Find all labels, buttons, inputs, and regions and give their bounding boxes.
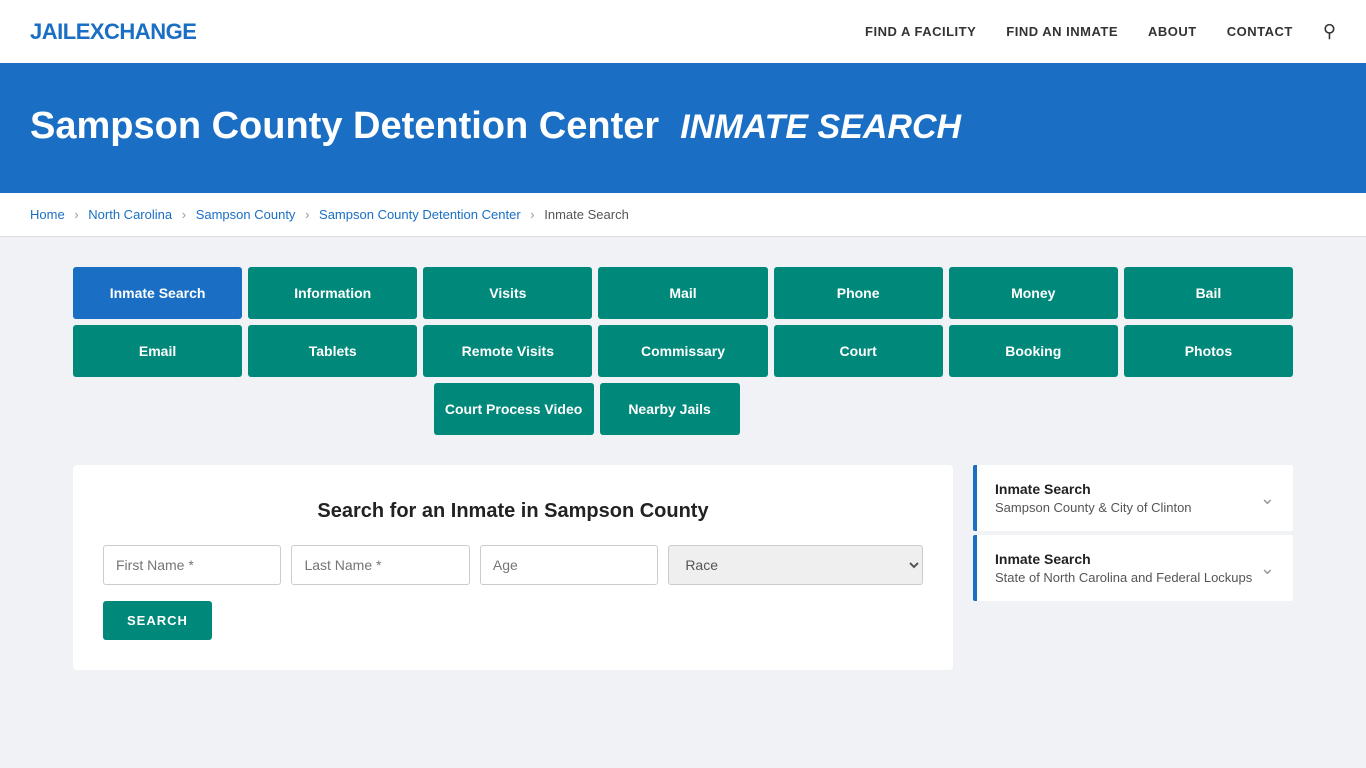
sidebar-item-sampson-subtitle: Sampson County & City of Clinton (995, 500, 1192, 515)
sidebar-item-sampson[interactable]: Inmate Search Sampson County & City of C… (973, 465, 1293, 531)
breadcrumb-home[interactable]: Home (30, 207, 65, 222)
sidebar-item-text: Inmate Search Sampson County & City of C… (995, 481, 1192, 515)
tab-commissary[interactable]: Commissary (598, 325, 767, 377)
sidebar: Inmate Search Sampson County & City of C… (973, 465, 1293, 605)
tab-nearby-jails[interactable]: Nearby Jails (600, 383, 740, 435)
tab-court-process-video[interactable]: Court Process Video (434, 383, 594, 435)
race-select[interactable]: Race White Black Hispanic Asian Other (668, 545, 923, 585)
breadcrumb-county[interactable]: Sampson County (196, 207, 296, 222)
nav-find-inmate[interactable]: FIND AN INMATE (1006, 24, 1118, 39)
search-panel-title: Search for an Inmate in Sampson County (103, 500, 923, 523)
first-name-input[interactable] (103, 545, 281, 585)
nav-links: FIND A FACILITY FIND AN INMATE ABOUT CON… (865, 21, 1336, 42)
breadcrumb-nc[interactable]: North Carolina (88, 207, 172, 222)
tab-inmate-search[interactable]: Inmate Search (73, 267, 242, 319)
last-name-input[interactable] (291, 545, 469, 585)
breadcrumb: Home › North Carolina › Sampson County ›… (0, 193, 1366, 237)
search-fields: Race White Black Hispanic Asian Other (103, 545, 923, 585)
tabs-row-1: Inmate Search Information Visits Mail Ph… (73, 267, 1293, 319)
nav-find-facility[interactable]: FIND A FACILITY (865, 24, 976, 39)
tab-mail[interactable]: Mail (598, 267, 767, 319)
chevron-down-icon-2: ⌄ (1260, 558, 1275, 579)
nav-about[interactable]: ABOUT (1148, 24, 1197, 39)
breadcrumb-sep-3: › (305, 207, 309, 222)
main-content: Inmate Search Information Visits Mail Ph… (53, 237, 1313, 700)
search-button[interactable]: SEARCH (103, 601, 212, 640)
logo-jail: JAIL (30, 19, 76, 44)
sidebar-item-nc-text: Inmate Search State of North Carolina an… (995, 551, 1252, 585)
tab-information[interactable]: Information (248, 267, 417, 319)
nav-contact[interactable]: CONTACT (1227, 24, 1293, 39)
breadcrumb-sep-2: › (182, 207, 186, 222)
tab-email[interactable]: Email (73, 325, 242, 377)
tabs-row-2: Email Tablets Remote Visits Commissary C… (73, 325, 1293, 377)
chevron-down-icon: ⌄ (1260, 488, 1275, 509)
page-title: Sampson County Detention Center INMATE S… (30, 105, 1336, 148)
content-area: Search for an Inmate in Sampson County R… (73, 465, 1293, 670)
tabs-row-3: Court Process Video Nearby Jails (73, 383, 1293, 435)
breadcrumb-sep-4: › (530, 207, 534, 222)
age-input[interactable] (480, 545, 658, 585)
site-logo[interactable]: JAILEXCHANGE (30, 19, 196, 45)
logo-exchange: EXCHANGE (76, 19, 197, 44)
tab-bail[interactable]: Bail (1124, 267, 1293, 319)
tab-booking[interactable]: Booking (949, 325, 1118, 377)
tab-money[interactable]: Money (949, 267, 1118, 319)
breadcrumb-sep-1: › (74, 207, 78, 222)
breadcrumb-facility[interactable]: Sampson County Detention Center (319, 207, 521, 222)
navbar: JAILEXCHANGE FIND A FACILITY FIND AN INM… (0, 0, 1366, 65)
sidebar-item-nc[interactable]: Inmate Search State of North Carolina an… (973, 535, 1293, 601)
tab-visits[interactable]: Visits (423, 267, 592, 319)
breadcrumb-current: Inmate Search (544, 207, 629, 222)
search-panel: Search for an Inmate in Sampson County R… (73, 465, 953, 670)
sidebar-item-nc-subtitle: State of North Carolina and Federal Lock… (995, 570, 1252, 585)
tab-tablets[interactable]: Tablets (248, 325, 417, 377)
sidebar-item-sampson-title: Inmate Search (995, 481, 1192, 497)
tab-photos[interactable]: Photos (1124, 325, 1293, 377)
search-icon[interactable]: ⚲ (1323, 21, 1336, 42)
sidebar-item-nc-title: Inmate Search (995, 551, 1252, 567)
tab-phone[interactable]: Phone (774, 267, 943, 319)
hero-section: Sampson County Detention Center INMATE S… (0, 65, 1366, 193)
tab-remote-visits[interactable]: Remote Visits (423, 325, 592, 377)
tab-court[interactable]: Court (774, 325, 943, 377)
